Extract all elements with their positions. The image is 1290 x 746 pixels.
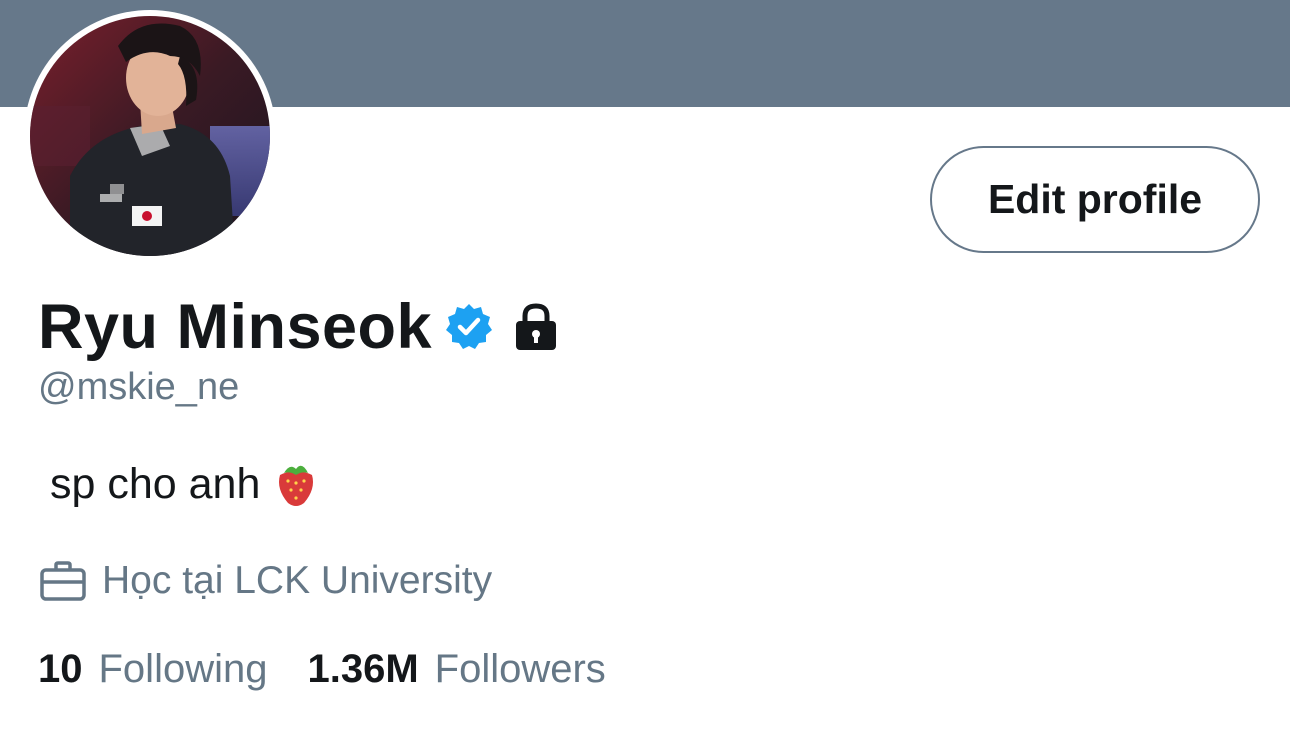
name-row: Ryu Minseok xyxy=(38,290,560,364)
briefcase-icon xyxy=(40,561,86,601)
strawberry-icon xyxy=(279,465,314,506)
followers-label: Followers xyxy=(434,646,606,691)
lock-icon xyxy=(516,303,557,350)
followers-stat[interactable]: 1.36M Followers xyxy=(307,647,605,692)
display-name: Ryu Minseok xyxy=(38,292,433,362)
profile-page: Edit profile Ryu Minseok @mskie_ne sp ch… xyxy=(0,0,1290,746)
followers-count: 1.36M xyxy=(307,646,419,691)
verified-badge-icon xyxy=(446,304,493,349)
work-text: Học tại LCK University xyxy=(102,559,493,602)
bio-text: sp cho anh xyxy=(50,459,261,508)
bio: sp cho anh xyxy=(50,458,318,510)
avatar[interactable] xyxy=(30,16,270,256)
follow-stats: 10 Following 1.36M Followers xyxy=(38,644,606,694)
user-handle: @mskie_ne xyxy=(38,366,240,408)
following-count: 10 xyxy=(38,646,83,691)
work-info: Học tại LCK University xyxy=(38,556,492,606)
following-label: Following xyxy=(98,646,268,691)
following-stat[interactable]: 10 Following xyxy=(38,647,267,692)
edit-profile-button[interactable]: Edit profile xyxy=(930,146,1260,253)
